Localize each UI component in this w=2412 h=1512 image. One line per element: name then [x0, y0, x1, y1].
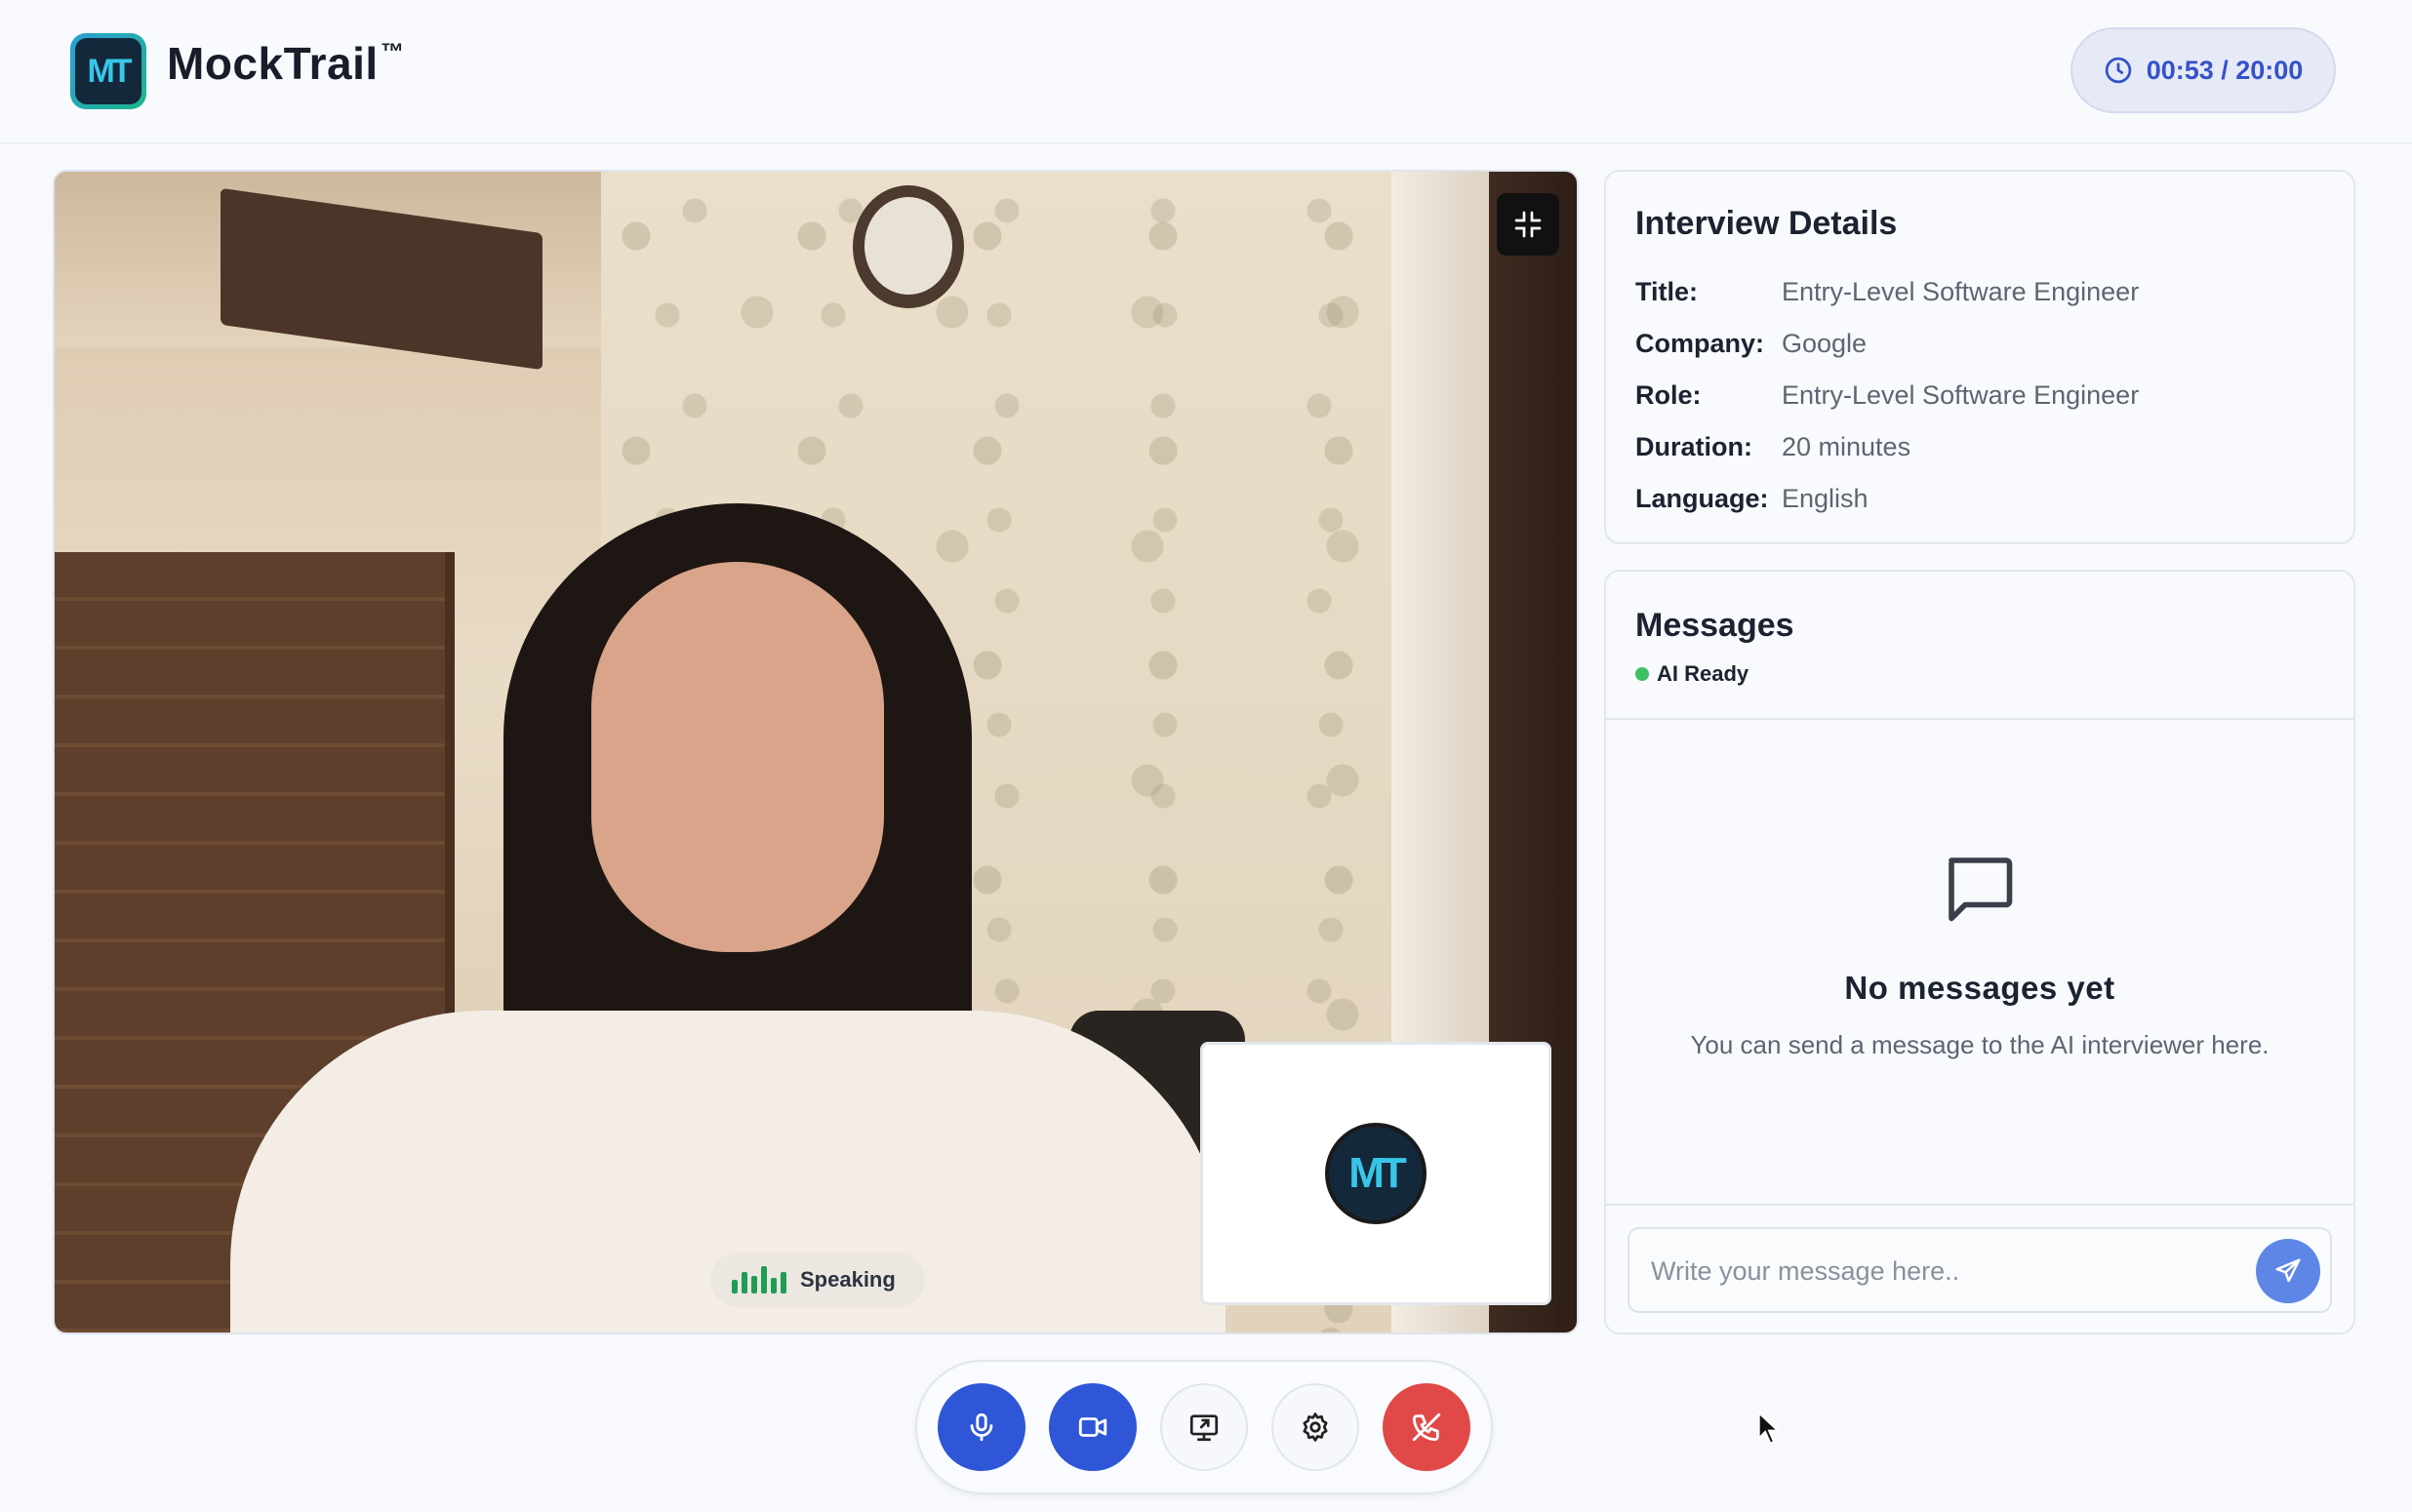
messages-title: Messages: [1635, 607, 1794, 644]
empty-messages-title: No messages yet: [1844, 970, 2115, 1006]
empty-messages-subtitle: You can send a message to the AI intervi…: [1690, 1030, 2270, 1059]
interview-details-title: Interview Details: [1635, 205, 1898, 242]
ai-avatar: MT: [1325, 1123, 1427, 1224]
call-controls: [915, 1360, 1493, 1494]
audio-level-icon: [732, 1266, 786, 1293]
messages-panel: Messages AI Ready No messages yet You ca…: [1604, 570, 2355, 1334]
top-header: MT MockTrail ™ 00:53 / 20:00: [0, 0, 2412, 144]
ai-interviewer-tile: MT: [1200, 1042, 1551, 1305]
camera-icon: [1078, 1417, 1107, 1437]
mouse-cursor-icon: [1757, 1411, 1781, 1445]
logo-text: MT: [75, 38, 141, 104]
brand-name: MockTrail: [167, 38, 379, 89]
detail-value: Entry-Level Software Engineer: [1782, 277, 2140, 306]
screen-share-icon: [1189, 1414, 1219, 1442]
detail-label: Language:: [1635, 484, 1769, 513]
clock-icon: [2105, 57, 2131, 84]
microphone-icon: [970, 1413, 993, 1442]
video-stage: Speaking MT: [53, 170, 1579, 1334]
video-scene-clock: [853, 185, 964, 308]
minimize-icon: [1514, 211, 1542, 238]
app-logo[interactable]: MT: [70, 33, 146, 109]
detail-label: Title:: [1635, 277, 1699, 306]
status-dot-icon: [1635, 667, 1649, 681]
detail-label: Duration:: [1635, 432, 1752, 461]
message-composer: [1628, 1227, 2332, 1313]
session-timer: 00:53 / 20:00: [2070, 27, 2336, 113]
screen-share-button[interactable]: [1160, 1383, 1248, 1471]
microphone-button[interactable]: [938, 1383, 1025, 1471]
messages-divider: [1606, 718, 2353, 720]
speaking-indicator: Speaking: [710, 1253, 925, 1307]
phone-hangup-icon: [1412, 1413, 1441, 1442]
detail-value: 20 minutes: [1782, 432, 1911, 461]
participant-face: [591, 562, 884, 952]
camera-button[interactable]: [1049, 1383, 1137, 1471]
send-message-button[interactable]: [2256, 1239, 2320, 1303]
detail-value: Google: [1782, 329, 1868, 358]
speaking-label: Speaking: [800, 1267, 896, 1292]
detail-value: English: [1782, 484, 1869, 513]
detail-label: Company:: [1635, 329, 1765, 358]
chat-bubble-icon: [1949, 857, 2013, 922]
send-icon: [2275, 1258, 2301, 1283]
composer-divider: [1606, 1204, 2353, 1206]
timer-text: 00:53 / 20:00: [2146, 55, 2304, 85]
minimize-video-button[interactable]: [1497, 193, 1559, 256]
ai-status-label: AI Ready: [1657, 661, 1749, 686]
detail-value: Entry-Level Software Engineer: [1782, 380, 2140, 410]
trademark-mark: ™: [381, 39, 404, 65]
settings-button[interactable]: [1271, 1383, 1359, 1471]
participant-video: [230, 503, 1226, 1333]
detail-label: Role:: [1635, 380, 1702, 410]
end-call-button[interactable]: [1383, 1383, 1470, 1471]
message-input[interactable]: [1651, 1247, 2236, 1295]
ai-status: AI Ready: [1635, 661, 1749, 687]
interview-details-panel: Interview Details Title: Entry-Level Sof…: [1604, 170, 2355, 544]
gear-icon: [1303, 1413, 1328, 1442]
